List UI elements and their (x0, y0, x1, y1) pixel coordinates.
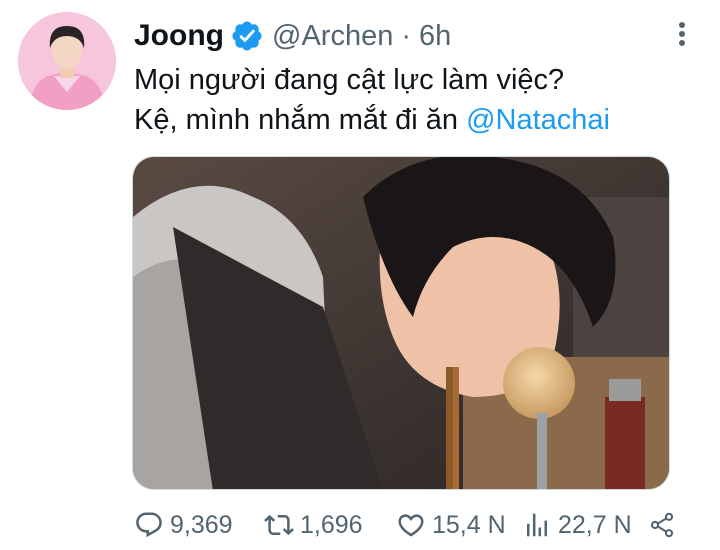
views-count: 22,7 N (558, 510, 632, 539)
tweet-text: Mọi người đang cật lực làm việc? Kệ, mìn… (134, 60, 704, 140)
tweet-text-line-2: Kệ, mình nhắm mắt đi ăn @Natachai (134, 100, 704, 140)
retweet-icon (264, 514, 294, 536)
share-icon (650, 512, 674, 538)
share-button[interactable] (648, 510, 682, 540)
like-button[interactable]: 15,4 N (396, 510, 514, 540)
author-avatar[interactable] (18, 12, 116, 110)
separator-dot: · (401, 19, 411, 52)
more-icon[interactable] (672, 16, 692, 52)
tweet-text-line-1: Mọi người đang cật lực làm việc? (134, 64, 565, 96)
verified-badge-icon (232, 21, 262, 51)
tweet-timestamp[interactable]: 6h (419, 20, 451, 53)
author-handle[interactable]: @Archen (272, 20, 393, 53)
reply-button[interactable]: 9,369 (134, 510, 254, 540)
tweet-header: Joong @Archen · 6h (134, 16, 451, 56)
tweet-text-line-2-prefix: Kệ, mình nhắm mắt đi ăn (134, 104, 467, 136)
mention-link[interactable]: @Natachai (466, 104, 610, 136)
reply-count: 9,369 (170, 510, 233, 539)
like-count: 15,4 N (432, 510, 506, 539)
views-button[interactable]: 22,7 N (522, 510, 644, 540)
tweet-photo[interactable] (132, 156, 670, 490)
reply-icon (136, 512, 162, 538)
retweet-button[interactable]: 1,696 (264, 510, 386, 540)
views-icon (527, 513, 547, 537)
author-name[interactable]: Joong (134, 19, 224, 53)
retweet-count: 1,696 (300, 510, 363, 539)
like-icon (398, 514, 424, 537)
action-bar: 9,369 1,696 15,4 N 22,7 N (134, 505, 694, 545)
